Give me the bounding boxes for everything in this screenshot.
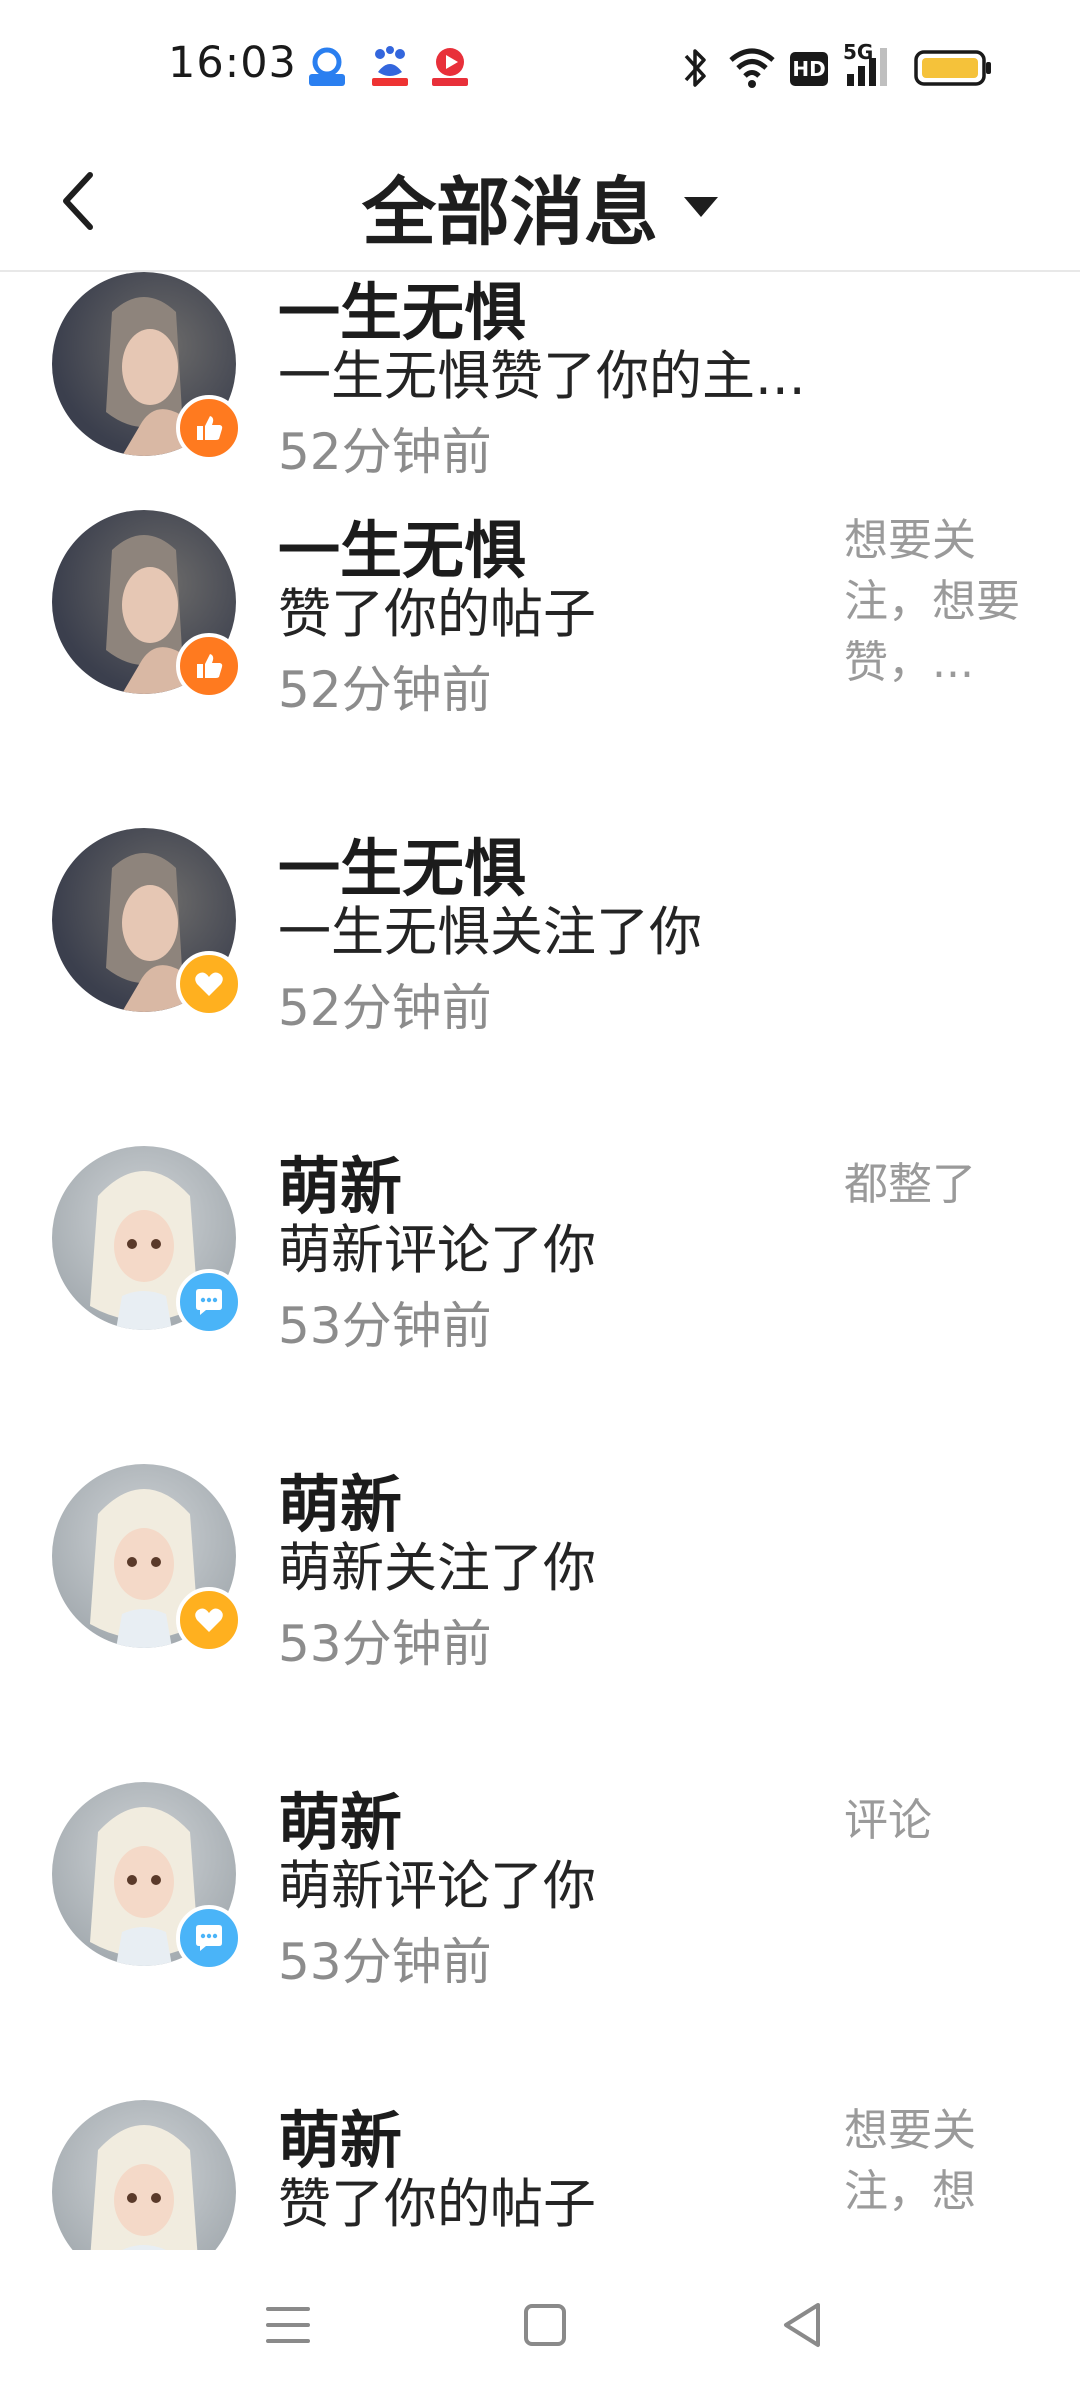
qq-browser-icon — [309, 47, 345, 86]
message-time: 52分钟前 — [278, 423, 492, 481]
top-app-bar: 全部消息 — [0, 135, 1080, 272]
message-item[interactable]: 一生无惧 一生无惧关注了你 52分钟前 — [0, 828, 1080, 1146]
message-text: 赞了你的帖子 — [278, 2174, 596, 2235]
caret-down-icon — [684, 196, 718, 217]
message-text: 赞了你的帖子 — [278, 584, 596, 645]
bluetooth-icon — [684, 49, 706, 87]
title-dropdown[interactable]: 全部消息 — [0, 153, 1080, 260]
post-excerpt: 都整了 — [844, 1159, 976, 1210]
video-app-icon — [432, 48, 468, 86]
message-text: 萌新评论了你 — [278, 1220, 596, 1281]
message-text: 一生无惧赞了你的主... — [278, 346, 806, 407]
message-text: 萌新评论了你 — [278, 1856, 596, 1917]
back-triangle-icon[interactable] — [772, 2295, 832, 2355]
like-badge-icon — [176, 395, 242, 461]
message-item[interactable]: 萌新 萌新关注了你 53分钟前 — [0, 1464, 1080, 1782]
message-time: 53分钟前 — [278, 1933, 492, 1991]
post-excerpt: 想要关注，想 — [844, 2105, 976, 2217]
battery-icon — [914, 50, 991, 86]
wifi-icon — [729, 48, 775, 88]
message-time: 52分钟前 — [278, 979, 492, 1037]
status-bar: 16:03 HD 5G — [0, 0, 1080, 135]
menu-icon[interactable] — [258, 2295, 318, 2355]
home-square-icon[interactable] — [515, 2295, 575, 2355]
message-time: 53分钟前 — [278, 1297, 492, 1355]
comment-badge-icon — [176, 1905, 242, 1971]
like-badge-icon — [176, 633, 242, 699]
post-excerpt: 评论 — [844, 1795, 932, 1846]
signal-5g-icon: 5G — [843, 40, 895, 96]
heart-badge-icon — [176, 1587, 242, 1653]
message-item[interactable]: 萌新 萌新评论了你 53分钟前 都整了 — [0, 1146, 1080, 1464]
page-title: 全部消息 — [362, 170, 658, 256]
message-item[interactable]: 一生无惧 赞了你的帖子 52分钟前 想要关注，想要赞，... — [0, 510, 1080, 828]
message-text: 一生无惧关注了你 — [278, 902, 702, 963]
message-time: 52分钟前 — [278, 661, 492, 719]
message-time: 53分钟前 — [278, 1615, 492, 1673]
comment-badge-icon — [176, 1269, 242, 1335]
baidu-icon — [372, 46, 408, 86]
hd-icon: HD — [790, 52, 828, 86]
message-list[interactable]: 一生无惧 一生无惧赞了你的主... 52分钟前 一生无惧 赞了你的帖子 52分钟… — [0, 272, 1080, 2250]
heart-badge-icon — [176, 951, 242, 1017]
message-item[interactable]: 萌新 萌新评论了你 53分钟前 评论 — [0, 1782, 1080, 2100]
system-nav-bar — [0, 2250, 1080, 2400]
avatar[interactable] — [52, 2100, 236, 2250]
message-item[interactable]: 萌新 赞了你的帖子 想要关注，想 — [0, 2100, 1080, 2250]
status-time: 16:03 — [168, 38, 297, 88]
post-excerpt: 想要关注，想要赞，... — [844, 515, 1020, 688]
message-text: 萌新关注了你 — [278, 1538, 596, 1599]
message-item[interactable]: 一生无惧 一生无惧赞了你的主... 52分钟前 — [0, 272, 1080, 510]
